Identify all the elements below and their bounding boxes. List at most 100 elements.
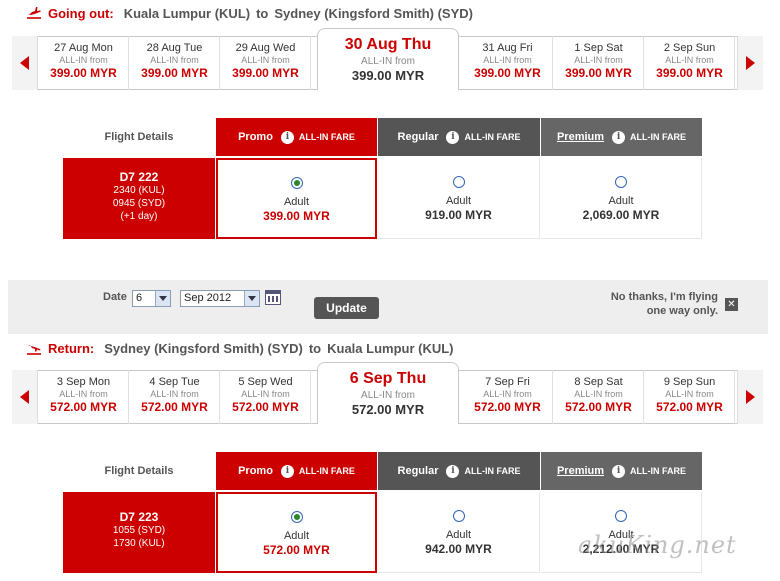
return-regular-fare-option[interactable]: Adult 942.00 MYR [378, 492, 540, 573]
plane-arrive-icon [27, 345, 41, 355]
fare-price: 942.00 MYR [425, 542, 492, 556]
return-next-dates-button[interactable] [737, 370, 763, 424]
return-date-selected[interactable]: 6 Sep Thu ALL-IN from 572.00 MYR [317, 362, 459, 424]
return-date-option[interactable]: 9 Sep Sun ALL-IN from 572.00 MYR [645, 370, 735, 424]
date-label: 4 Sep Tue [149, 376, 200, 388]
return-origin: Sydney (Kingsford Smith) (SYD) [104, 340, 303, 356]
all-in-label: ALL-IN from [483, 55, 532, 65]
outbound-destination: Sydney (Kingsford Smith) (SYD) [274, 5, 473, 21]
return-date-option[interactable]: 7 Sep Fri ALL-IN from 572.00 MYR [463, 370, 553, 424]
date-price: 399.00 MYR [656, 66, 723, 80]
one-way-line-1: No thanks, I'm flying [610, 291, 718, 303]
pax-type: Adult [445, 529, 472, 541]
all-in-fare-tag: ALL-IN FARE [298, 132, 355, 142]
outbound-premium-fare-option[interactable]: Adult 2,069.00 MYR [541, 158, 702, 239]
fare-radio[interactable] [452, 510, 465, 522]
date-price: 572.00 MYR [141, 400, 208, 414]
return-date-option[interactable]: 5 Sep Wed ALL-IN from 572.00 MYR [221, 370, 311, 424]
outbound-date-option[interactable]: 29 Aug Wed ALL-IN from 399.00 MYR [221, 36, 311, 90]
fare-radio[interactable] [290, 511, 303, 523]
outbound-origin: Kuala Lumpur (KUL) [123, 5, 251, 21]
return-header: Return: Sydney (Kingsford Smith) (SYD) t… [26, 338, 460, 358]
outbound-date-option[interactable]: 28 Aug Tue ALL-IN from 399.00 MYR [130, 36, 220, 90]
return-direction: Return: [48, 340, 95, 356]
arrive-time: 0945 (SYD) [112, 198, 166, 209]
return-date-bar: Date 6 Sep 2012 Update No thanks, I'm fl… [8, 280, 768, 334]
date-label: 7 Sep Fri [485, 376, 530, 388]
depart-time: 2340 (KUL) [113, 185, 165, 196]
flight-details-label: Flight Details [104, 465, 174, 477]
return-date-option[interactable]: 4 Sep Tue ALL-IN from 572.00 MYR [130, 370, 220, 424]
outbound-date-selected[interactable]: 30 Aug Thu ALL-IN from 399.00 MYR [317, 28, 459, 90]
month-select-value: Sep 2012 [184, 292, 232, 304]
date-price: 399.00 MYR [50, 66, 117, 80]
date-label: 28 Aug Tue [146, 42, 203, 54]
date-label: 1 Sep Sat [574, 42, 623, 54]
outbound-promo-fare-option[interactable]: Adult 399.00 MYR [216, 158, 377, 239]
update-button[interactable]: Update [314, 297, 379, 319]
date-label: 8 Sep Sat [574, 376, 623, 388]
regular-fare-header: Regular i ALL-IN FARE [378, 452, 540, 490]
arrive-time: 1730 (KUL) [113, 538, 165, 549]
outbound-regular-fare-option[interactable]: Adult 919.00 MYR [378, 158, 540, 239]
date-label: 31 Aug Fri [482, 42, 533, 54]
outbound-flight-info: D7 222 2340 (KUL) 0945 (SYD) (+1 day) [63, 158, 215, 239]
fare-radio[interactable] [290, 177, 303, 189]
day-select-value: 6 [136, 292, 143, 304]
all-in-label: ALL-IN from [665, 389, 714, 399]
all-in-label: ALL-IN from [150, 55, 199, 65]
return-date-option[interactable]: 8 Sep Sat ALL-IN from 572.00 MYR [554, 370, 644, 424]
date-price: 572.00 MYR [474, 400, 541, 414]
date-price: 399.00 MYR [141, 66, 208, 80]
plane-depart-icon [27, 7, 41, 19]
info-icon[interactable]: i [612, 464, 626, 478]
all-in-label: ALL-IN from [574, 389, 623, 399]
outbound-date-option[interactable]: 1 Sep Sat ALL-IN from 399.00 MYR [554, 36, 644, 90]
info-icon[interactable]: i [280, 464, 294, 478]
month-select[interactable]: Sep 2012 [180, 290, 260, 307]
calendar-icon[interactable] [265, 290, 281, 305]
premium-link[interactable]: Premium [557, 465, 604, 477]
date-price: 572.00 MYR [565, 400, 632, 414]
outbound-next-dates-button[interactable] [737, 36, 763, 90]
info-icon[interactable]: i [446, 464, 460, 478]
return-promo-fare-option[interactable]: Adult 572.00 MYR [216, 492, 377, 573]
outbound-date-option[interactable]: 31 Aug Fri ALL-IN from 399.00 MYR [463, 36, 553, 90]
flight-number: D7 223 [119, 510, 159, 524]
fare-radio[interactable] [615, 510, 627, 522]
all-in-fare-tag: ALL-IN FARE [630, 466, 687, 476]
day-select[interactable]: 6 [132, 290, 171, 307]
outbound-date-option[interactable]: 27 Aug Mon ALL-IN from 399.00 MYR [39, 36, 129, 90]
return-prev-dates-button[interactable] [12, 370, 38, 424]
info-icon[interactable]: i [446, 130, 460, 144]
all-in-label: ALL-IN from [483, 389, 532, 399]
date-label: 5 Sep Wed [238, 376, 293, 388]
premium-link[interactable]: Premium [557, 131, 604, 143]
info-icon[interactable]: i [612, 130, 626, 144]
outbound-date-option[interactable]: 2 Sep Sun ALL-IN from 399.00 MYR [645, 36, 735, 90]
date-price: 399.00 MYR [474, 66, 541, 80]
selected-date-label: 30 Aug Thu [344, 36, 432, 53]
date-label: 9 Sep Sun [663, 376, 716, 388]
chevron-down-icon [155, 291, 170, 306]
fare-price: 572.00 MYR [263, 543, 330, 557]
return-flight-info: D7 223 1055 (SYD) 1730 (KUL) [63, 492, 215, 573]
fare-radio[interactable] [615, 176, 627, 188]
selected-date-price: 572.00 MYR [351, 402, 425, 417]
date-price: 399.00 MYR [565, 66, 632, 80]
all-in-label: ALL-IN from [59, 389, 108, 399]
all-in-label: ALL-IN from [150, 389, 199, 399]
close-icon[interactable]: ✕ [725, 298, 738, 311]
return-date-option[interactable]: 3 Sep Mon ALL-IN from 572.00 MYR [39, 370, 129, 424]
outbound-prev-dates-button[interactable] [12, 36, 38, 90]
one-way-only-link[interactable]: No thanks, I'm flying one way only. [611, 290, 718, 318]
regular-label: Regular [397, 465, 439, 477]
all-in-label: ALL-IN from [361, 390, 415, 401]
fare-radio[interactable] [452, 176, 465, 188]
arrow-right-icon [746, 390, 755, 404]
return-to-word: to [308, 340, 322, 356]
regular-fare-header: Regular i ALL-IN FARE [378, 118, 540, 156]
info-icon[interactable]: i [280, 130, 294, 144]
return-destination: Kuala Lumpur (KUL) [327, 340, 454, 356]
all-in-fare-tag: ALL-IN FARE [298, 466, 355, 476]
